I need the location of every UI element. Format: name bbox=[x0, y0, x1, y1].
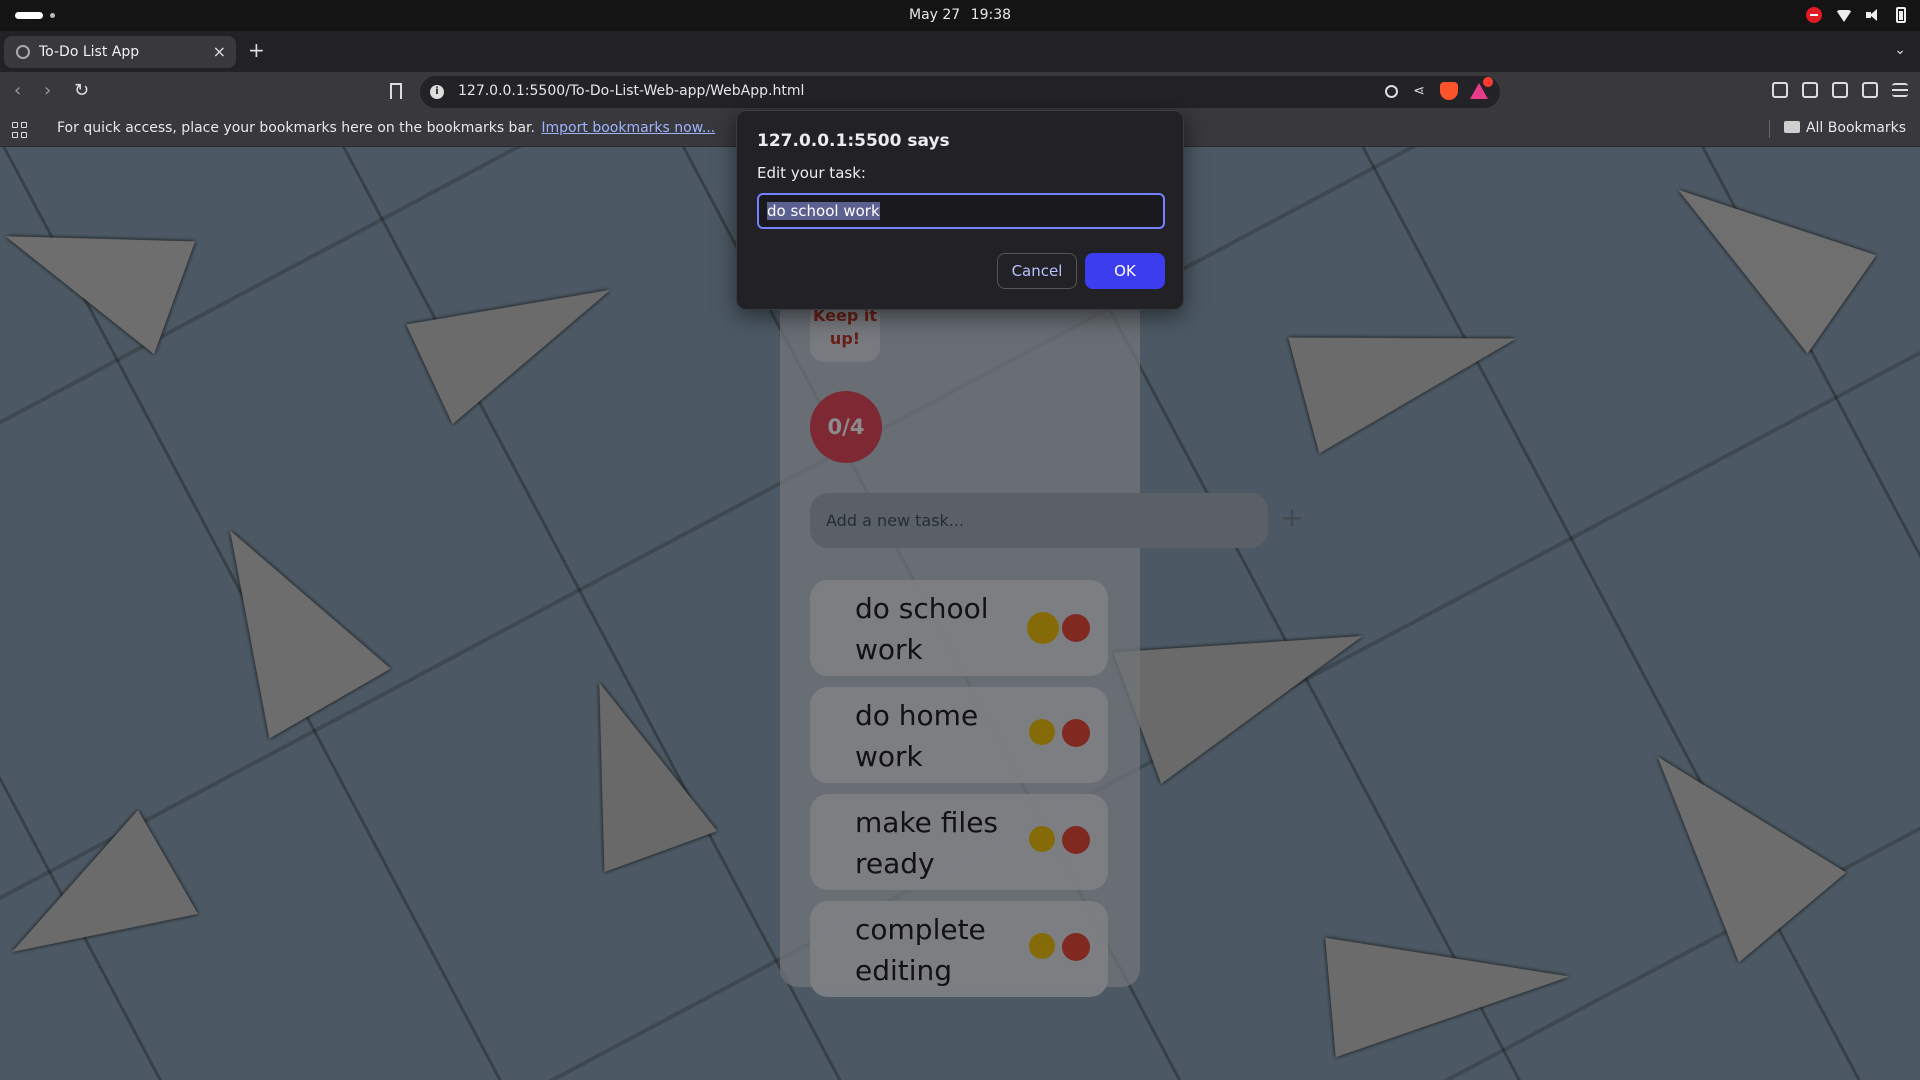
bookmarks-hint: For quick access, place your bookmarks h… bbox=[57, 120, 715, 136]
leo-ai-icon[interactable] bbox=[1862, 82, 1878, 98]
apps-grid-icon[interactable] bbox=[12, 122, 28, 138]
battery-icon[interactable] bbox=[1896, 7, 1906, 23]
cancel-button[interactable]: Cancel bbox=[997, 253, 1077, 289]
forward-button[interactable]: › bbox=[44, 81, 51, 101]
wallet-icon[interactable] bbox=[1832, 82, 1848, 98]
browser-toolbar: ‹ › ↻ i 127.0.0.1:5500/To-Do-List-Web-ap… bbox=[0, 72, 1920, 112]
extensions-icon[interactable] bbox=[1772, 82, 1788, 98]
notification-badge bbox=[1483, 77, 1493, 87]
tab-strip: To-Do List App × + ⌄ bbox=[0, 31, 1920, 72]
tab-search-chevron-icon[interactable]: ⌄ bbox=[1894, 42, 1906, 58]
tab-title: To-Do List App bbox=[39, 44, 140, 60]
ok-button[interactable]: OK bbox=[1085, 253, 1165, 289]
prompt-dialog: 127.0.0.1:5500 says Edit your task: do s… bbox=[736, 110, 1184, 310]
new-tab-button[interactable]: + bbox=[248, 40, 265, 60]
bookmark-icon[interactable] bbox=[390, 83, 402, 99]
tab-todo-app[interactable]: To-Do List App × bbox=[4, 36, 236, 68]
bookmarks-hint-text: For quick access, place your bookmarks h… bbox=[57, 120, 535, 136]
clock-date: May 27 bbox=[908, 7, 961, 23]
import-bookmarks-link[interactable]: Import bookmarks now... bbox=[541, 120, 715, 136]
sidebar-icon[interactable] bbox=[1802, 82, 1818, 98]
brave-rewards-icon[interactable] bbox=[1470, 77, 1493, 99]
system-tray[interactable] bbox=[1806, 7, 1906, 23]
clock-time: 19:38 bbox=[970, 7, 1012, 23]
all-bookmarks-button[interactable]: All Bookmarks bbox=[1783, 120, 1906, 136]
reload-button[interactable]: ↻ bbox=[74, 81, 89, 101]
edit-task-field[interactable]: do school work bbox=[757, 193, 1165, 229]
share-icon[interactable]: ⋖ bbox=[1410, 82, 1428, 100]
address-bar[interactable]: i 127.0.0.1:5500/To-Do-List-Web-app/WebA… bbox=[420, 76, 1500, 108]
site-info-icon[interactable]: i bbox=[430, 85, 444, 99]
edit-task-value: do school work bbox=[767, 202, 880, 220]
url-text[interactable]: 127.0.0.1:5500/To-Do-List-Web-app/WebApp… bbox=[458, 83, 804, 99]
os-top-bar: May 27 19:38 bbox=[0, 0, 1920, 31]
wifi-icon[interactable] bbox=[1836, 10, 1852, 22]
toolbar-right bbox=[1772, 82, 1908, 98]
address-bar-actions: ⋖ bbox=[1385, 77, 1493, 100]
back-button[interactable]: ‹ bbox=[14, 81, 21, 101]
dialog-title: 127.0.0.1:5500 says bbox=[757, 131, 950, 151]
zoom-icon[interactable] bbox=[1385, 84, 1398, 98]
all-bookmarks-label: All Bookmarks bbox=[1805, 120, 1906, 136]
brave-shields-icon[interactable] bbox=[1440, 82, 1458, 100]
bookmarks-separator bbox=[1769, 120, 1770, 138]
folder-icon bbox=[1783, 121, 1800, 133]
menu-icon[interactable] bbox=[1892, 83, 1908, 97]
system-clock[interactable]: May 27 19:38 bbox=[0, 7, 1920, 23]
do-not-disturb-icon[interactable] bbox=[1806, 7, 1822, 23]
close-tab-icon[interactable]: × bbox=[213, 42, 226, 61]
volume-icon[interactable] bbox=[1866, 7, 1882, 23]
globe-icon bbox=[16, 45, 30, 59]
dialog-message: Edit your task: bbox=[757, 164, 866, 182]
